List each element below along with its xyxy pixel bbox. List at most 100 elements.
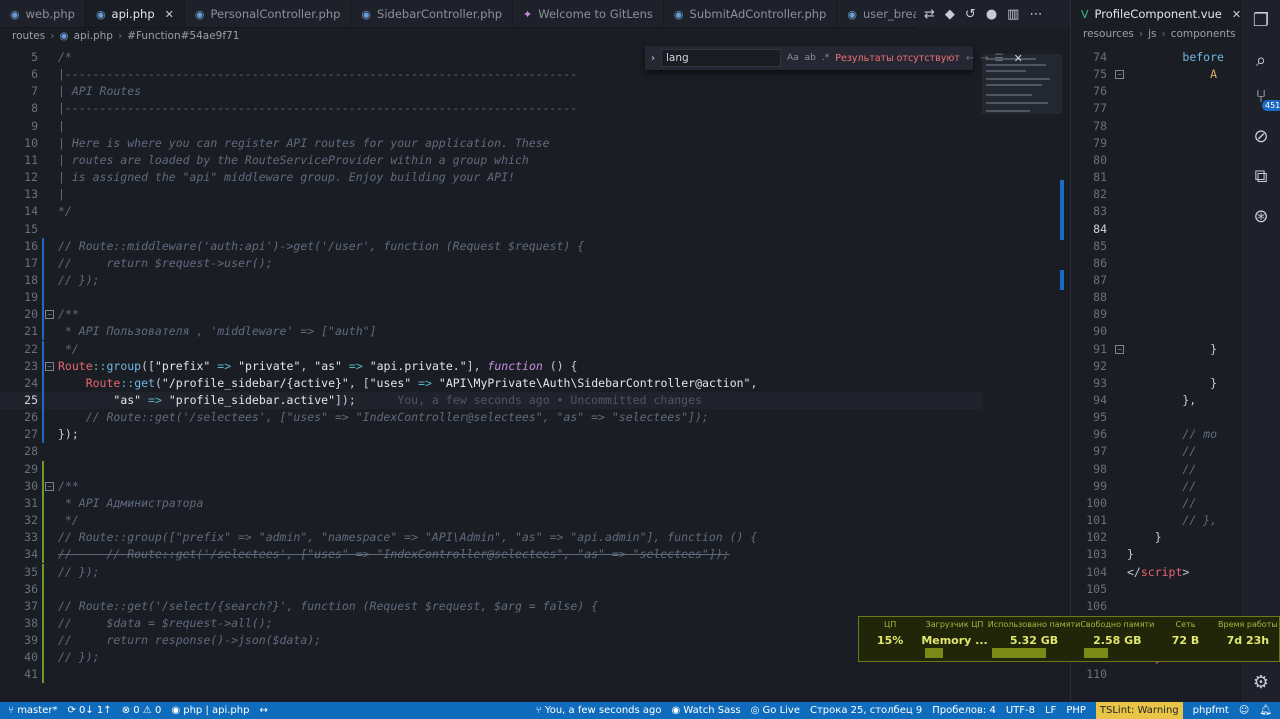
- code-line[interactable]: 28: [0, 443, 982, 460]
- debug-icon[interactable]: ⊘: [1241, 116, 1280, 156]
- regex-icon[interactable]: .*: [822, 53, 829, 63]
- code-line[interactable]: 83: [1071, 203, 1241, 220]
- code-line[interactable]: 90: [1071, 323, 1241, 340]
- code-line[interactable]: 105: [1071, 581, 1241, 598]
- code-line[interactable]: 25 "as" => "profile_sidebar.active"]); Y…: [0, 392, 982, 409]
- code-editor[interactable]: 5 /* 6 |-----------------------------------…: [0, 44, 1070, 702]
- code-line[interactable]: 95: [1071, 409, 1241, 426]
- tab-0[interactable]: ◉ web.php: [0, 0, 86, 27]
- code-line[interactable]: 79: [1071, 135, 1241, 152]
- git-branch[interactable]: ⑂ master*: [8, 705, 57, 716]
- code-line[interactable]: 34 // // Route::get('/selectees', ["uses"…: [0, 546, 982, 564]
- code-line[interactable]: 39 // return response()->json($data);: [0, 632, 982, 650]
- fold-icon[interactable]: −: [45, 481, 54, 491]
- indentation[interactable]: Пробелов: 4: [932, 705, 996, 716]
- arrow-down-icon[interactable]: →: [980, 53, 988, 64]
- close-icon[interactable]: ✕: [165, 8, 174, 21]
- code-line[interactable]: 78: [1071, 118, 1241, 135]
- end-of-line[interactable]: LF: [1045, 705, 1056, 716]
- code-line[interactable]: 103}: [1071, 546, 1241, 563]
- go-live-button[interactable]: ◎ Go Live: [751, 705, 800, 716]
- code-line[interactable]: 13 |: [0, 186, 982, 203]
- code-line[interactable]: 76: [1071, 83, 1241, 100]
- code-line[interactable]: 9 |: [0, 118, 982, 135]
- fold-icon[interactable]: −: [45, 310, 54, 320]
- code-line[interactable]: 82: [1071, 186, 1241, 203]
- close-icon[interactable]: ✕: [1014, 52, 1023, 65]
- fold-icon[interactable]: −: [1115, 344, 1124, 354]
- code-line[interactable]: 11 | routes are loaded by the RouteServic…: [0, 152, 982, 169]
- code-line[interactable]: 31 * API Администратора: [0, 494, 982, 512]
- code-line[interactable]: 20−/**: [0, 306, 982, 324]
- code-line[interactable]: 37 // Route::get('/select/{search?}', fun…: [0, 597, 982, 615]
- code-line[interactable]: 75− A: [1071, 66, 1241, 83]
- compare-icon[interactable]: ⇄: [924, 7, 935, 22]
- code-line[interactable]: 87: [1071, 272, 1241, 289]
- code-line[interactable]: 85: [1071, 238, 1241, 255]
- code-line[interactable]: 91− }: [1071, 341, 1241, 358]
- code-line[interactable]: 93 }: [1071, 375, 1241, 392]
- code-line[interactable]: 96 // mo: [1071, 426, 1241, 443]
- tab-5[interactable]: ◉ SubmitAdController.php: [664, 0, 838, 27]
- code-line[interactable]: 106: [1071, 598, 1241, 615]
- code-line[interactable]: 89: [1071, 306, 1241, 323]
- live-share-icon[interactable]: ↔: [259, 705, 267, 716]
- code-line[interactable]: 100 //: [1071, 495, 1241, 512]
- code-line[interactable]: 15: [0, 221, 982, 238]
- tab-1[interactable]: ◉ api.php ✕: [85, 0, 185, 27]
- language-mode[interactable]: PHP: [1066, 705, 1086, 716]
- problems-status[interactable]: ⊗ 0 ⚠ 0: [122, 705, 162, 716]
- code-line[interactable]: 19: [0, 289, 982, 307]
- feedback-icon[interactable]: ☺: [1239, 705, 1249, 716]
- code-line[interactable]: 80: [1071, 152, 1241, 169]
- tab-4[interactable]: ✦ Welcome to GitLens: [513, 0, 664, 27]
- sync-status[interactable]: ⟳ 0↓ 1↑: [67, 705, 111, 716]
- watch-sass-button[interactable]: ◉ Watch Sass: [672, 705, 741, 716]
- code-line[interactable]: 21 * API Пользователя , 'middleware' => …: [0, 323, 982, 341]
- code-line[interactable]: 8 |--------------------------------------…: [0, 100, 982, 117]
- fold-icon[interactable]: −: [1115, 70, 1124, 80]
- breadcrumb-segment[interactable]: components: [1171, 28, 1236, 40]
- git-history-icon[interactable]: ⊛: [1241, 196, 1280, 236]
- encoding[interactable]: UTF-8: [1006, 705, 1035, 716]
- breadcrumb-file[interactable]: api.php: [74, 30, 113, 42]
- code-line[interactable]: 29: [0, 460, 982, 478]
- code-line[interactable]: 102 }: [1071, 529, 1241, 546]
- code-line[interactable]: 32 */: [0, 512, 982, 530]
- tab-2[interactable]: ◉ PersonalController.php: [185, 0, 352, 27]
- explorer-icon[interactable]: ❐: [1241, 0, 1280, 40]
- code-line[interactable]: 77: [1071, 100, 1241, 117]
- more-actions-icon[interactable]: ⋯: [1029, 7, 1042, 22]
- code-line[interactable]: 74 before: [1071, 49, 1241, 66]
- tab-3[interactable]: ◉ SidebarController.php: [351, 0, 514, 27]
- search-icon[interactable]: ⌕: [1241, 40, 1280, 80]
- fold-icon[interactable]: −: [45, 361, 54, 371]
- code-line[interactable]: 110: [1071, 666, 1241, 683]
- git-blame-status[interactable]: ⑂ You, a few seconds ago: [536, 705, 662, 716]
- code-line[interactable]: 99 //: [1071, 478, 1241, 495]
- code-line[interactable]: 30−/**: [0, 477, 982, 495]
- cursor-position[interactable]: Строка 25, столбец 9: [810, 705, 922, 716]
- code-line[interactable]: 14 */: [0, 203, 982, 220]
- code-line[interactable]: 27});: [0, 426, 982, 444]
- open-changes-icon[interactable]: ●: [986, 7, 997, 22]
- bell-icon[interactable]: 🔔︎: [1259, 705, 1272, 716]
- code-line[interactable]: 38 // $data = $request->all();: [0, 614, 982, 632]
- code-line[interactable]: 18 // });: [0, 271, 982, 289]
- code-line[interactable]: 35 // });: [0, 563, 982, 581]
- breadcrumb-folder[interactable]: routes: [12, 30, 45, 42]
- whole-word-icon[interactable]: ab: [805, 53, 816, 63]
- code-line[interactable]: 97 //: [1071, 443, 1241, 460]
- tab-profile-component[interactable]: V ProfileComponent.vue ✕: [1071, 0, 1241, 28]
- arrow-up-icon[interactable]: ←: [966, 53, 974, 64]
- breadcrumb-symbol[interactable]: #Function#54ae9f71: [127, 30, 239, 42]
- gear-icon[interactable]: ⚙: [1241, 662, 1280, 702]
- chevron-right-icon[interactable]: ›: [651, 53, 655, 64]
- code-line[interactable]: 101 // },: [1071, 512, 1241, 529]
- code-line[interactable]: 104 </script>: [1071, 564, 1241, 581]
- code-line[interactable]: 40 // });: [0, 649, 982, 667]
- code-line[interactable]: 81: [1071, 169, 1241, 186]
- match-case-icon[interactable]: Aa: [787, 53, 799, 63]
- tslint-status[interactable]: TSLint: Warning: [1095, 702, 1183, 719]
- breadcrumb-segment[interactable]: resources: [1083, 28, 1134, 40]
